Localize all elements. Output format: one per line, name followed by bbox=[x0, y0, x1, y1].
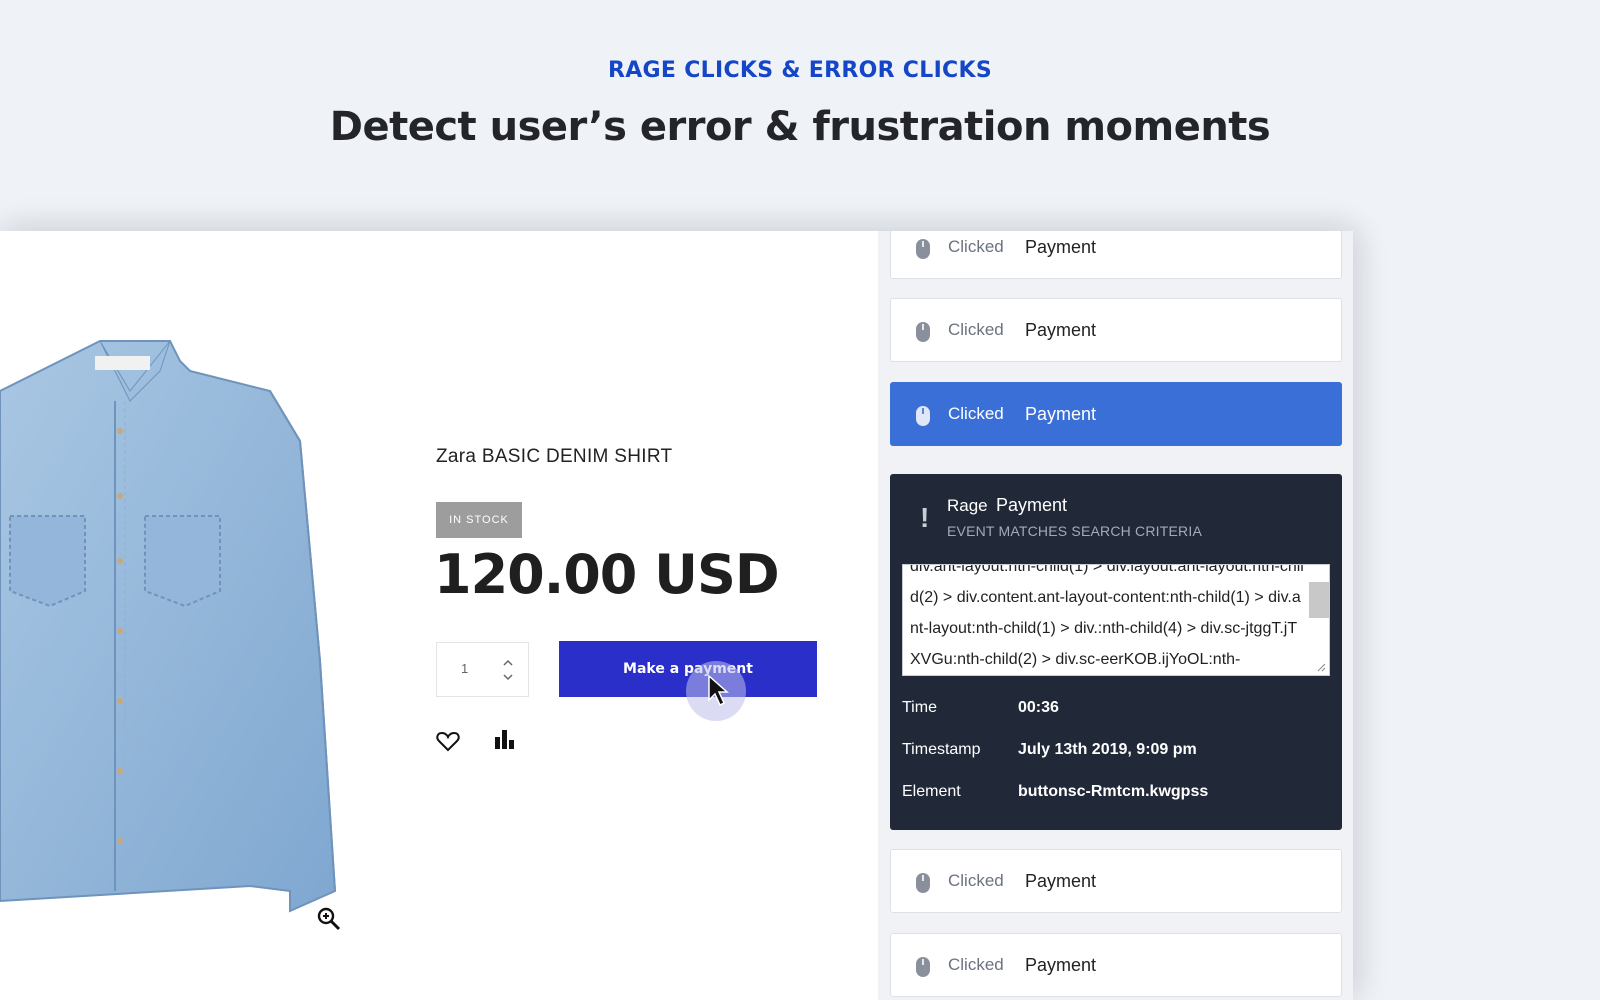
time-label: Time bbox=[902, 699, 937, 716]
event-item[interactable]: Clicked Payment bbox=[890, 298, 1342, 362]
element-value: buttonsc-Rmtcm.kwgpss bbox=[1018, 783, 1209, 800]
event-item[interactable]: Clicked Payment bbox=[890, 849, 1342, 913]
event-target: Payment bbox=[1025, 954, 1097, 975]
element-label: Element bbox=[902, 783, 961, 800]
scrollbar-thumb[interactable] bbox=[1309, 582, 1329, 618]
event-kind: Clicked bbox=[948, 237, 1004, 256]
heart-icon[interactable] bbox=[436, 730, 460, 752]
event-kind: Clicked bbox=[948, 871, 1004, 890]
demo-stage: Zara BASIC DENIM SHIRT IN STOCK 120.00 U… bbox=[0, 231, 1353, 1000]
event-item[interactable]: Clicked Payment bbox=[890, 231, 1342, 279]
section-title: Detect user’s error & frustration moment… bbox=[329, 104, 1271, 150]
event-target: Payment bbox=[996, 495, 1068, 515]
mouse-icon bbox=[916, 322, 930, 342]
product-price: 120.00 USD bbox=[434, 543, 780, 606]
rage-event-card[interactable]: ! Rage Payment EVENT MATCHES SEARCH CRIT… bbox=[890, 474, 1342, 830]
event-item-selected[interactable]: Clicked Payment bbox=[890, 382, 1342, 446]
quantity-value[interactable]: 1 bbox=[461, 661, 468, 676]
event-kind: Rage bbox=[947, 496, 988, 515]
event-item[interactable]: Clicked Payment bbox=[890, 933, 1342, 997]
event-kind: Clicked bbox=[948, 320, 1004, 339]
mouse-icon bbox=[916, 957, 930, 977]
mouse-icon bbox=[916, 873, 930, 893]
event-kind: Clicked bbox=[948, 955, 1004, 974]
product-name: Zara BASIC DENIM SHIRT bbox=[436, 446, 673, 467]
selector-textarea[interactable]: div.ant-layout:nth-child(1) > div.layout… bbox=[902, 564, 1330, 676]
mouse-icon bbox=[916, 406, 930, 426]
session-events-panel: Clicked Payment Clicked Payment Clicked … bbox=[878, 231, 1353, 1000]
quantity-stepper[interactable]: 1 bbox=[436, 642, 529, 697]
event-target: Payment bbox=[1025, 319, 1097, 340]
cursor-icon bbox=[708, 674, 729, 707]
time-value: 00:36 bbox=[1018, 699, 1059, 716]
product-image[interactable] bbox=[0, 331, 350, 931]
chevron-up-icon[interactable] bbox=[501, 657, 515, 669]
timestamp-value: July 13th 2019, 9:09 pm bbox=[1018, 741, 1197, 758]
chevron-down-icon[interactable] bbox=[501, 671, 515, 683]
event-kind: Clicked bbox=[948, 404, 1004, 423]
section-eyebrow: RAGE CLICKS & ERROR CLICKS bbox=[607, 58, 992, 83]
mouse-icon bbox=[916, 239, 930, 259]
alert-icon: ! bbox=[920, 502, 930, 533]
element-selector-path: div.ant-layout:nth-child(1) > div.layout… bbox=[910, 564, 1304, 668]
bar-chart-icon[interactable] bbox=[494, 728, 516, 750]
event-target: Payment bbox=[1025, 403, 1097, 424]
timestamp-label: Timestamp bbox=[902, 741, 981, 758]
zoom-in-icon[interactable] bbox=[317, 907, 341, 931]
event-target: Payment bbox=[1025, 236, 1097, 257]
stock-badge: IN STOCK bbox=[436, 502, 522, 538]
event-target: Payment bbox=[1025, 870, 1097, 891]
resize-grip-icon[interactable] bbox=[1316, 662, 1326, 672]
event-match-note: EVENT MATCHES SEARCH CRITERIA bbox=[947, 523, 1202, 539]
